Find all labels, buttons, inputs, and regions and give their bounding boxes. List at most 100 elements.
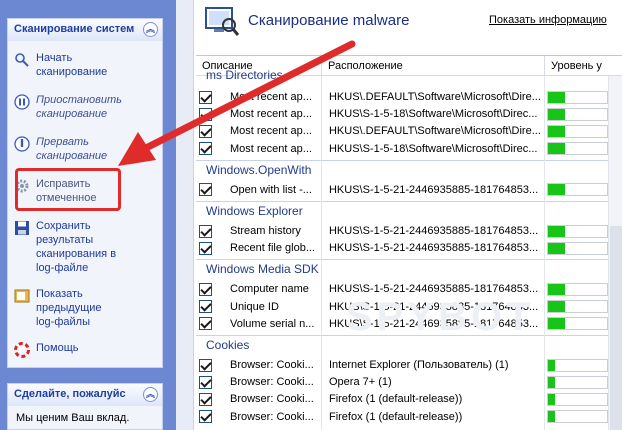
collapse-icon[interactable]: ︽ — [143, 22, 158, 37]
threat-level-bar — [546, 375, 608, 389]
row-checkbox[interactable] — [199, 300, 212, 314]
row-location: HKUS\S-1-5-21-2446935885-181764853... — [328, 225, 539, 237]
panel-header[interactable]: Сделайте, пожалуйс ︽ — [8, 384, 162, 406]
row-description: Browser: Cooki... — [230, 393, 314, 406]
vertical-scrollbar[interactable] — [608, 76, 622, 430]
row-checkbox[interactable] — [199, 142, 212, 156]
threat-level-fill — [547, 283, 566, 295]
row-checkbox[interactable] — [199, 282, 212, 296]
table-row[interactable]: Recent file glob... HKUS\S-1-5-21-2446935… — [196, 239, 608, 257]
row-description: Stream history — [230, 225, 301, 237]
row-checkbox[interactable] — [199, 317, 212, 331]
row-description: Volume serial n... — [230, 317, 315, 330]
row-checkbox[interactable] — [199, 392, 212, 406]
threat-level-bar — [546, 183, 608, 197]
threat-level-bar — [546, 282, 608, 296]
stop-icon — [14, 136, 30, 152]
threat-level-bar — [546, 90, 608, 104]
row-description: Browser: Cooki... — [230, 376, 314, 389]
task-label: Показать предыдущие log-файлы — [36, 288, 102, 328]
pane-border — [176, 0, 194, 430]
row-checkbox[interactable] — [199, 375, 212, 389]
panel-header[interactable]: Сканирование систем ︽ — [8, 19, 162, 41]
threat-level-bar — [546, 241, 608, 255]
task-label: Прервать сканирование — [36, 136, 108, 162]
scan-monitor-icon — [205, 7, 240, 36]
task-sidebar: Сканирование систем ︽ Начать сканировани… — [0, 0, 176, 430]
row-checkbox[interactable] — [199, 183, 212, 197]
threat-level-fill — [547, 242, 566, 254]
pause-scan-task[interactable]: Приостановить сканирование — [14, 93, 158, 121]
row-location: HKUS\.DEFAULT\Software\Microsoft\Dire... — [328, 91, 541, 103]
threat-level-bar — [546, 224, 608, 238]
group-header: Windows Explorer — [196, 201, 608, 219]
table-row[interactable]: Stream history HKUS\S-1-5-21-2446935885-1… — [196, 222, 608, 240]
column-divider — [544, 76, 545, 430]
results-table: Описание Расположение Уровень у ms Direc… — [196, 55, 622, 430]
main-pane: Сканирование malware Показать информацию… — [176, 0, 622, 430]
threat-level-bar — [546, 410, 608, 424]
row-location: HKUS\S-1-5-21-2446935885-181764853... — [328, 242, 539, 255]
panel-title: Сканирование систем — [14, 23, 135, 35]
table-row[interactable]: Most recent ap... HKUS\.DEFAULT\Software\… — [196, 122, 608, 140]
save-log-task[interactable]: Сохранить результаты сканирования в log-… — [14, 219, 158, 275]
table-row[interactable]: Browser: Cooki... Firefox (1 (default-rel… — [196, 390, 608, 408]
row-description: Open with list -... — [230, 183, 312, 196]
threat-level-bar — [546, 300, 608, 314]
abort-scan-task[interactable]: Прервать сканирование — [14, 135, 158, 163]
row-description: Unique ID — [230, 300, 279, 313]
group-header: Windows Media SDK — [196, 259, 608, 277]
show-logs-task[interactable]: Показать предыдущие log-файлы — [14, 287, 158, 329]
row-location: Firefox (1 (default-release)) — [328, 410, 463, 423]
row-checkbox[interactable] — [199, 358, 212, 372]
row-checkbox[interactable] — [199, 241, 212, 255]
threat-level-bar — [546, 392, 608, 406]
table-row[interactable]: Browser: Cooki... Opera 7+ (1) — [196, 373, 608, 391]
panel-title: Сделайте, пожалуйс — [14, 388, 126, 400]
row-checkbox[interactable] — [199, 410, 212, 424]
row-description: Most recent ap... — [230, 108, 312, 121]
row-checkbox[interactable] — [199, 90, 212, 104]
row-location: Firefox (1 (default-release)) — [328, 393, 463, 406]
threat-level-fill — [547, 359, 555, 371]
row-checkbox[interactable] — [199, 224, 212, 238]
threat-level-bar — [546, 107, 608, 121]
collapse-icon[interactable]: ︽ — [143, 387, 158, 402]
scrollbar-thumb[interactable] — [610, 226, 622, 430]
threat-level-bar — [546, 124, 608, 138]
table-row[interactable]: Most recent ap... HKUS\.DEFAULT\Software\… — [196, 88, 608, 106]
row-description: Browser: Cooki... — [230, 410, 314, 423]
threat-level-fill — [547, 301, 566, 313]
threat-level-fill — [547, 393, 555, 405]
table-row[interactable]: Browser: Cooki... Firefox (1 (default-rel… — [196, 408, 608, 426]
start-scan-task[interactable]: Начать сканирование — [14, 51, 158, 79]
task-label: Приостановить сканирование — [36, 94, 122, 120]
row-location: Internet Explorer (Пользователь) (1) — [328, 359, 509, 371]
threat-level-bar — [546, 317, 608, 331]
row-location: HKUS\.DEFAULT\Software\Microsoft\Dire... — [328, 125, 541, 138]
donate-panel: Сделайте, пожалуйс ︽ Мы ценим Ваш вклад. — [7, 383, 163, 430]
table-row[interactable]: Browser: Cooki... Internet Explorer (Поль… — [196, 356, 608, 374]
pause-icon — [14, 94, 30, 110]
threat-level-bar — [546, 142, 608, 156]
table-row[interactable]: Most recent ap... HKUS\S-1-5-18\Software\… — [196, 140, 608, 158]
threat-level-fill — [547, 143, 566, 155]
help-task[interactable]: Помощь — [14, 341, 158, 358]
row-description: Most recent ap... — [230, 125, 312, 138]
threat-level-fill — [547, 108, 566, 120]
threat-level-fill — [547, 225, 566, 237]
threat-level-fill — [547, 91, 566, 103]
threat-level-fill — [547, 184, 566, 196]
row-checkbox[interactable] — [199, 124, 212, 138]
row-description: Computer name — [230, 283, 309, 296]
show-details-link[interactable]: Показать информацию — [489, 14, 607, 26]
threat-level-fill — [547, 376, 555, 388]
table-row[interactable]: Most recent ap... HKUS\S-1-5-18\Software\… — [196, 105, 608, 123]
log-icon — [14, 289, 30, 303]
row-description: Recent file glob... — [230, 242, 315, 255]
row-checkbox[interactable] — [199, 107, 212, 121]
threat-level-fill — [547, 318, 566, 330]
table-row[interactable]: Open with list -... HKUS\S-1-5-21-2446935… — [196, 181, 608, 199]
watermark: SPYBOT — [346, 295, 535, 339]
threat-level-fill — [547, 125, 566, 137]
